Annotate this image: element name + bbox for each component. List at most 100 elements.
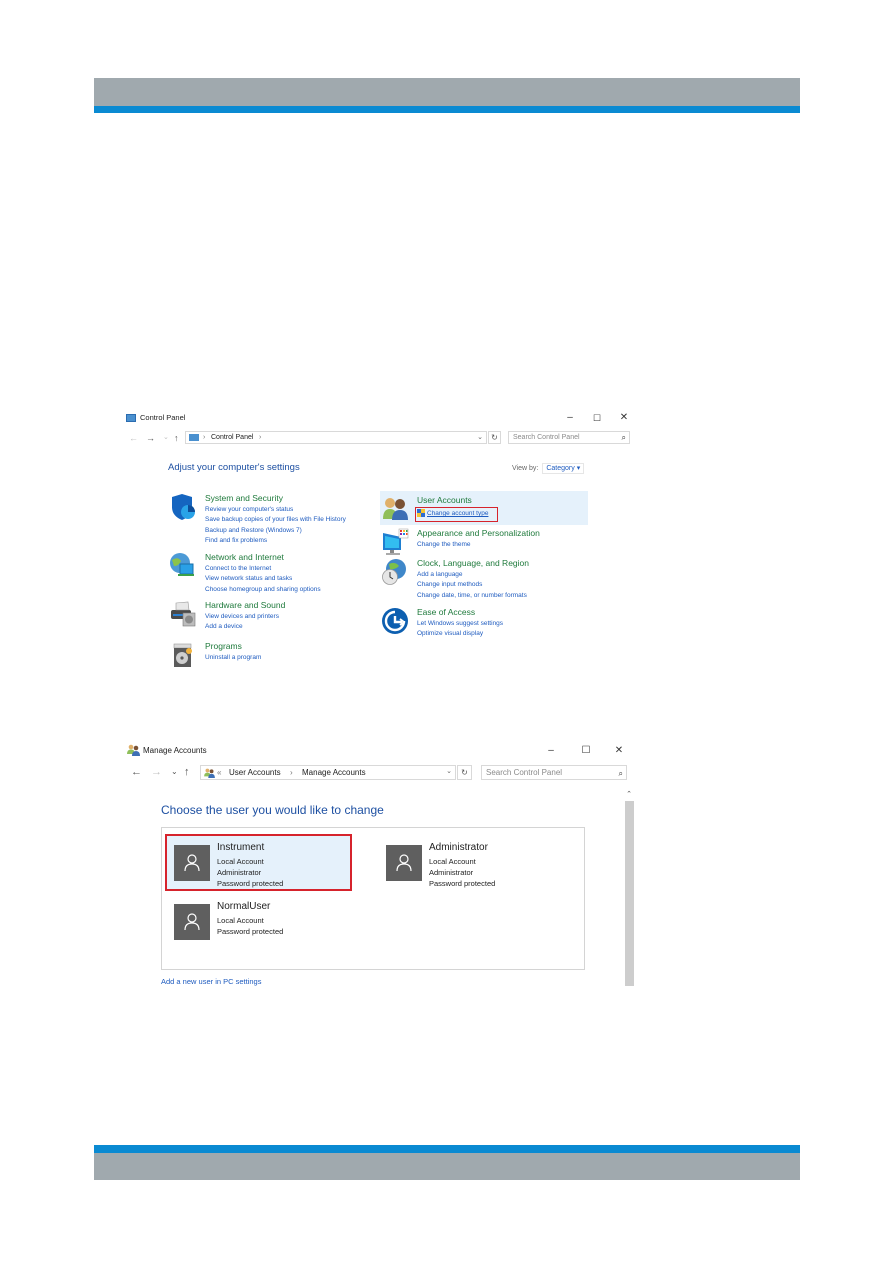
breadcrumb-separator: ›: [259, 434, 262, 441]
page-header-accent: [94, 106, 800, 113]
minimize-button[interactable]: –: [544, 744, 558, 758]
programs-disc-icon: [173, 643, 192, 667]
page-title: Choose the user you would like to change: [161, 803, 384, 817]
address-bar[interactable]: › Control Panel › ⌄: [185, 431, 487, 444]
maximize-button[interactable]: ☐: [579, 744, 593, 758]
vertical-scrollbar[interactable]: ⌃: [624, 790, 634, 986]
user-icon: [396, 854, 412, 872]
search-placeholder: Search Control Panel: [513, 434, 580, 441]
search-icon[interactable]: ⌕: [622, 432, 626, 443]
navigation-bar: ← → ⌄ ↑ › Control Panel › ⌄ ↻ Search Con…: [122, 430, 637, 448]
navigation-bar: ← → ⌄ ↑ « User Accounts › Manage Account…: [122, 764, 637, 784]
category-title[interactable]: System and Security: [205, 493, 283, 503]
page-title: Adjust your computer's settings: [168, 462, 300, 473]
breadcrumb-control-panel[interactable]: Control Panel: [211, 434, 253, 441]
recent-locations-button[interactable]: ⌄: [171, 766, 178, 778]
breadcrumb-separator: ›: [290, 768, 293, 777]
category-link[interactable]: Save backup copies of your files with Fi…: [205, 515, 346, 525]
view-by: View by: Category ▾: [512, 463, 585, 474]
category-link[interactable]: View devices and printers: [205, 612, 279, 622]
shield-icon: [172, 494, 195, 520]
breadcrumb-manage-accounts[interactable]: Manage Accounts: [302, 768, 366, 777]
minimize-button[interactable]: –: [563, 411, 577, 425]
add-new-user-link[interactable]: Add a new user in PC settings: [161, 977, 261, 986]
account-name: NormalUser: [217, 901, 271, 912]
page-footer-accent: [94, 1145, 800, 1153]
category-link[interactable]: Add a device: [205, 622, 279, 632]
window-title: Manage Accounts: [143, 746, 207, 755]
address-dropdown-icon[interactable]: ⌄: [446, 767, 452, 775]
category-link[interactable]: Choose homegroup and sharing options: [205, 585, 321, 595]
title-bar: Manage Accounts – ☐ ✕: [122, 740, 637, 764]
category-link[interactable]: Let Windows suggest settings: [417, 619, 503, 629]
category-link[interactable]: Backup and Restore (Windows 7): [205, 526, 346, 536]
view-by-label: View by:: [512, 465, 539, 472]
category-title[interactable]: Hardware and Sound: [205, 600, 285, 610]
page-header-band: [94, 78, 800, 106]
category-link[interactable]: Change the theme: [417, 540, 470, 550]
category-link[interactable]: Change input methods: [417, 580, 527, 590]
ease-of-access-icon: [382, 608, 408, 634]
category-title[interactable]: Appearance and Personalization: [417, 528, 540, 538]
maximize-button[interactable]: ☐: [590, 411, 604, 425]
account-detail: Password protected: [217, 927, 284, 936]
search-placeholder: Search Control Panel: [486, 768, 563, 777]
category-title[interactable]: Programs: [205, 641, 242, 651]
breadcrumb-user-accounts[interactable]: User Accounts: [229, 768, 281, 777]
address-bar[interactable]: « User Accounts › Manage Accounts ⌄: [200, 765, 456, 780]
close-button[interactable]: ✕: [612, 744, 626, 758]
account-detail: Local Account: [429, 857, 476, 866]
up-button[interactable]: ↑: [174, 432, 179, 444]
manage-accounts-window: Manage Accounts – ☐ ✕ ← → ⌄ ↑ « User Acc…: [122, 740, 637, 990]
back-button[interactable]: ←: [131, 766, 142, 778]
users-icon: [204, 768, 215, 778]
category-title[interactable]: Ease of Access: [417, 607, 475, 617]
category-title[interactable]: Clock, Language, and Region: [417, 558, 529, 568]
avatar: [386, 845, 422, 881]
breadcrumb-separator: ›: [203, 434, 206, 441]
forward-button[interactable]: →: [146, 432, 155, 444]
category-link[interactable]: Optimize visual display: [417, 629, 503, 639]
category-link[interactable]: Uninstall a program: [205, 653, 261, 663]
category-link[interactable]: Add a language: [417, 570, 527, 580]
network-globe-icon: [170, 553, 194, 576]
users-icon: [383, 498, 408, 520]
search-input[interactable]: Search Control Panel ⌕: [481, 765, 627, 780]
user-icon: [184, 913, 200, 931]
printer-icon: [171, 601, 196, 627]
address-dropdown-icon[interactable]: ⌄: [477, 433, 483, 441]
refresh-button[interactable]: ↻: [457, 765, 472, 780]
avatar: [174, 904, 210, 940]
up-button[interactable]: ↑: [184, 766, 190, 778]
category-link[interactable]: Review your computer's status: [205, 505, 346, 515]
clock-globe-icon: [382, 559, 406, 585]
highlight-change-account-type: [415, 507, 498, 522]
back-button[interactable]: ←: [129, 432, 138, 444]
monitor-palette-icon: [383, 528, 409, 555]
search-icon[interactable]: ⌕: [619, 767, 623, 780]
account-detail: Password protected: [429, 879, 496, 888]
highlight-instrument-account: [165, 834, 352, 891]
recent-locations-button[interactable]: ⌄: [163, 432, 169, 444]
search-input[interactable]: Search Control Panel ⌕: [508, 431, 630, 444]
close-button[interactable]: ✕: [617, 411, 631, 425]
scrollbar-thumb[interactable]: [625, 801, 634, 986]
category-link[interactable]: Find and fix problems: [205, 536, 346, 546]
category-link[interactable]: Change date, time, or number formats: [417, 591, 527, 601]
view-by-dropdown[interactable]: Category ▾: [542, 463, 585, 474]
forward-button[interactable]: →: [151, 766, 162, 778]
breadcrumb-overflow[interactable]: «: [217, 768, 221, 777]
account-detail: Administrator: [429, 868, 474, 877]
category-title[interactable]: User Accounts: [417, 495, 472, 505]
category-title[interactable]: Network and Internet: [205, 552, 284, 562]
account-name: Administrator: [429, 842, 488, 853]
category-link[interactable]: View network status and tasks: [205, 574, 321, 584]
category-link[interactable]: Connect to the Internet: [205, 564, 321, 574]
scroll-up-button[interactable]: ⌃: [624, 790, 634, 800]
control-panel-icon: [126, 414, 136, 422]
account-detail: Local Account: [217, 916, 264, 925]
control-panel-icon: [189, 434, 199, 441]
page-footer-band: [94, 1153, 800, 1180]
window-title: Control Panel: [140, 413, 186, 422]
refresh-button[interactable]: ↻: [488, 431, 501, 444]
